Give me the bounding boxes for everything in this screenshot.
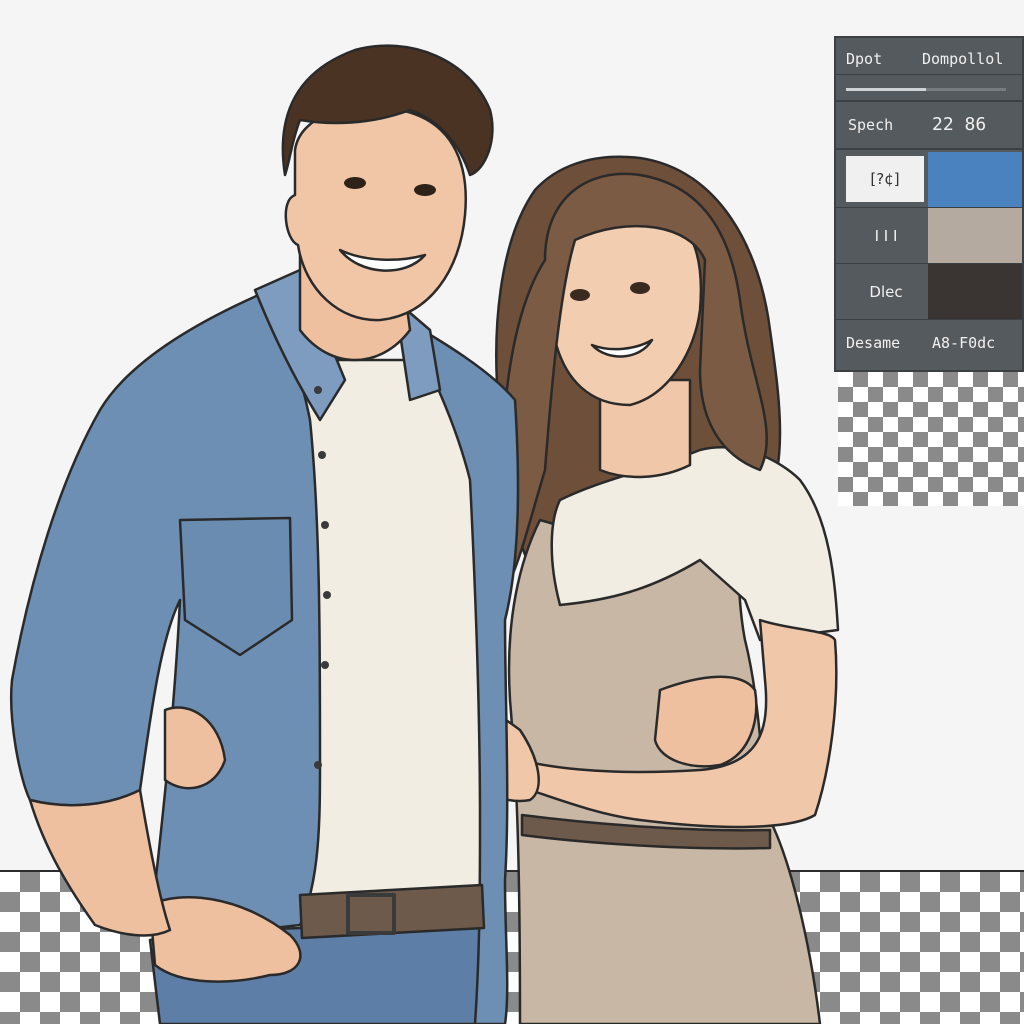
- color-swatch-blue[interactable]: [928, 152, 1022, 207]
- transparency-checker-panel: [838, 372, 1024, 506]
- panel-spec-row: Spech 22 86: [836, 104, 1022, 150]
- shirt-button: [318, 451, 326, 459]
- panel-header: Dpot Dompollol: [836, 44, 1022, 75]
- panel-slider-row[interactable]: [836, 76, 1022, 102]
- man-eye-left: [344, 177, 366, 189]
- woman-eye-left: [570, 289, 590, 301]
- shirt-button: [314, 386, 322, 394]
- panel-footer-value[interactable]: A8-F0dc: [932, 334, 995, 352]
- swatch-label: Dlec: [869, 282, 903, 301]
- panel-slider-fill: [846, 88, 926, 91]
- panel-spec-label: Spech: [848, 116, 894, 134]
- swatch-label: I I I: [874, 226, 898, 245]
- man-forearm: [28, 788, 172, 937]
- color-swatch-row[interactable]: [?¢]: [836, 152, 1022, 208]
- woman-eye-right: [630, 282, 650, 294]
- illustration-canvas: Dpot Dompollol Spech 22 86 [?¢] I I I Dl…: [0, 0, 1024, 1024]
- panel-slider[interactable]: [846, 88, 1006, 91]
- man-eye-right: [414, 184, 436, 196]
- color-swatch-beige[interactable]: [928, 208, 1022, 263]
- shirt-button: [321, 521, 329, 529]
- panel-footer-label: Desame: [846, 334, 901, 352]
- panel-header-left-label: Dpot: [846, 50, 883, 68]
- panel-footer: Desame A8-F0dc: [836, 322, 1022, 366]
- shirt-button: [314, 761, 322, 769]
- panel-spec-value[interactable]: 22 86: [932, 114, 986, 135]
- color-swatch-row[interactable]: Dlec: [836, 264, 1022, 320]
- color-picker-panel: Dpot Dompollol Spech 22 86 [?¢] I I I Dl…: [834, 36, 1024, 372]
- shirt-button: [321, 661, 329, 669]
- swatch-label: [?¢]: [846, 156, 924, 202]
- color-swatch-row[interactable]: I I I: [836, 208, 1022, 264]
- color-swatch-dark[interactable]: [928, 264, 1022, 319]
- shirt-button: [323, 591, 331, 599]
- panel-header-right-label: Dompollol: [922, 50, 1004, 68]
- man-hand-on-waist: [653, 675, 758, 768]
